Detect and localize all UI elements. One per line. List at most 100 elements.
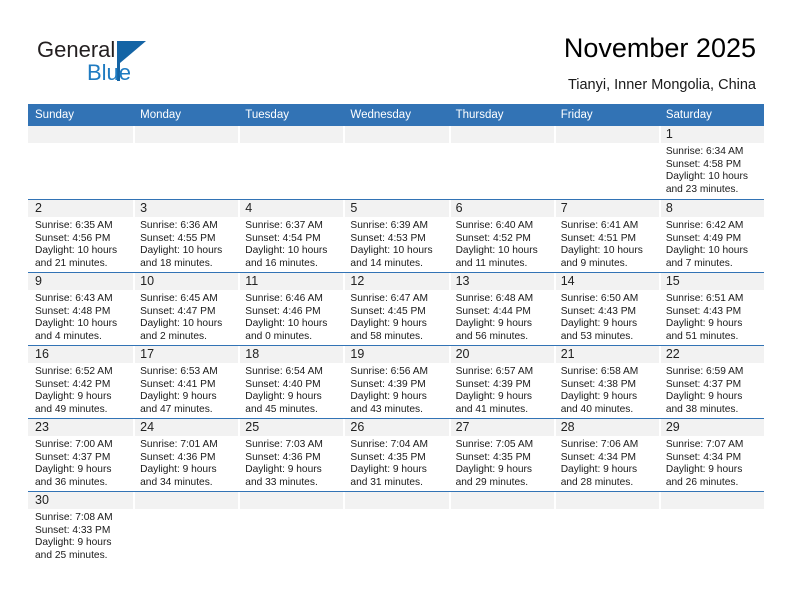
day-cell[interactable]: 4 Sunrise: 6:37 AM Sunset: 4:54 PM Dayli… <box>238 200 343 272</box>
daylight-text-line2: and 18 minutes. <box>140 257 213 269</box>
daylight-text-line2: and 58 minutes. <box>350 330 423 342</box>
day-number: 11 <box>245 274 259 288</box>
sunset-text: Sunset: 4:34 PM <box>665 451 742 463</box>
daylight-text-line1: Daylight: 9 hours <box>35 537 112 549</box>
day-info: Sunrise: 6:45 AM Sunset: 4:47 PM Dayligh… <box>140 293 235 343</box>
sunset-text: Sunset: 4:37 PM <box>35 451 111 463</box>
day-cell[interactable]: 12 Sunrise: 6:47 AM Sunset: 4:45 PM Dayl… <box>343 273 448 345</box>
day-cell[interactable] <box>28 126 133 199</box>
day-cell[interactable]: 22 Sunrise: 6:59 AM Sunset: 4:37 PM Dayl… <box>658 346 764 418</box>
day-cell[interactable]: 24 Sunrise: 7:01 AM Sunset: 4:36 PM Dayl… <box>133 419 238 491</box>
sunrise-text: Sunrise: 6:36 AM <box>140 220 218 231</box>
day-cell[interactable] <box>133 126 238 199</box>
daylight-text-line2: and 45 minutes. <box>245 403 318 415</box>
daylight-text-line2: and 51 minutes. <box>665 330 739 342</box>
day-info: Sunrise: 7:06 AM Sunset: 4:34 PM Dayligh… <box>561 439 656 489</box>
daylight-text-line1: Daylight: 10 hours <box>245 318 328 330</box>
day-cell[interactable]: 23 Sunrise: 7:00 AM Sunset: 4:37 PM Dayl… <box>28 419 133 491</box>
daylight-text-line1: Daylight: 9 hours <box>455 464 533 476</box>
day-cell[interactable]: 27 Sunrise: 7:05 AM Sunset: 4:35 PM Dayl… <box>448 419 554 491</box>
day-cell[interactable] <box>238 126 343 199</box>
sunset-text: Sunset: 4:36 PM <box>245 451 321 463</box>
day-cell[interactable] <box>658 492 764 571</box>
daylight-text-line2: and 29 minutes. <box>455 476 529 488</box>
day-cell[interactable]: 16 Sunrise: 6:52 AM Sunset: 4:42 PM Dayl… <box>28 346 133 418</box>
day-number: 24 <box>140 420 155 434</box>
sunset-text: Sunset: 4:43 PM <box>560 305 637 317</box>
day-number: 19 <box>350 347 365 361</box>
sunset-text: Sunset: 4:37 PM <box>665 378 742 390</box>
day-cell[interactable] <box>448 492 554 571</box>
day-cell[interactable] <box>553 492 659 571</box>
week-row: 30 Sunrise: 7:08 AM Sunset: 4:33 PM Dayl… <box>28 491 764 571</box>
sunset-text: Sunset: 4:39 PM <box>455 378 531 390</box>
day-cell[interactable]: 17 Sunrise: 6:53 AM Sunset: 4:41 PM Dayl… <box>133 346 238 418</box>
day-cell[interactable] <box>448 126 554 199</box>
day-info: Sunrise: 6:39 AM Sunset: 4:53 PM Dayligh… <box>350 220 445 270</box>
day-cell[interactable]: 21 Sunrise: 6:58 AM Sunset: 4:38 PM Dayl… <box>553 346 659 418</box>
day-cell[interactable]: 11 Sunrise: 6:46 AM Sunset: 4:46 PM Dayl… <box>238 273 343 345</box>
day-cell[interactable]: 28 Sunrise: 7:06 AM Sunset: 4:34 PM Dayl… <box>553 419 659 491</box>
day-cell[interactable]: 19 Sunrise: 6:56 AM Sunset: 4:39 PM Dayl… <box>343 346 448 418</box>
sunrise-text: Sunrise: 7:06 AM <box>560 439 639 450</box>
day-cell[interactable]: 1 Sunrise: 6:34 AM Sunset: 4:58 PM Dayli… <box>658 126 764 199</box>
day-cell[interactable] <box>343 126 448 199</box>
day-cell[interactable] <box>553 126 659 199</box>
day-cell[interactable]: 3 Sunrise: 6:36 AM Sunset: 4:55 PM Dayli… <box>133 200 238 272</box>
day-cell[interactable]: 14 Sunrise: 6:50 AM Sunset: 4:43 PM Dayl… <box>553 273 659 345</box>
daylight-text-line2: and 47 minutes. <box>140 403 213 415</box>
day-cell[interactable] <box>133 492 238 571</box>
daylight-text-line1: Daylight: 9 hours <box>245 391 322 403</box>
page-header: General Blue November 2025 Tianyi, Inner… <box>0 0 792 103</box>
daylight-text-line2: and 31 minutes. <box>350 476 423 488</box>
day-number: 20 <box>455 347 470 361</box>
day-info: Sunrise: 7:01 AM Sunset: 4:36 PM Dayligh… <box>140 439 235 489</box>
daylight-text-line2: and 21 minutes. <box>35 257 108 269</box>
day-cell[interactable] <box>238 492 343 571</box>
day-cell[interactable]: 30 Sunrise: 7:08 AM Sunset: 4:33 PM Dayl… <box>28 492 133 571</box>
weekday-sunday: Sunday <box>35 109 75 121</box>
daylight-text-line2: and 26 minutes. <box>665 476 739 488</box>
sunset-text: Sunset: 4:48 PM <box>35 305 111 317</box>
day-cell[interactable]: 18 Sunrise: 6:54 AM Sunset: 4:40 PM Dayl… <box>238 346 343 418</box>
day-cell[interactable] <box>343 492 448 571</box>
day-cell[interactable]: 10 Sunrise: 6:45 AM Sunset: 4:47 PM Dayl… <box>133 273 238 345</box>
daylight-text-line2: and 0 minutes. <box>245 330 313 342</box>
sunrise-text: Sunrise: 7:08 AM <box>35 512 113 523</box>
day-number: 1 <box>665 127 673 141</box>
daylight-text-line2: and 23 minutes. <box>665 183 739 195</box>
day-cell[interactable]: 15 Sunrise: 6:51 AM Sunset: 4:43 PM Dayl… <box>658 273 764 345</box>
day-cell[interactable]: 20 Sunrise: 6:57 AM Sunset: 4:39 PM Dayl… <box>448 346 554 418</box>
day-cell[interactable]: 2 Sunrise: 6:35 AM Sunset: 4:56 PM Dayli… <box>28 200 133 272</box>
day-number: 5 <box>350 201 358 215</box>
sunrise-text: Sunrise: 6:37 AM <box>245 220 323 231</box>
day-number: 21 <box>560 347 575 361</box>
sunset-text: Sunset: 4:56 PM <box>35 232 111 244</box>
day-cell[interactable]: 8 Sunrise: 6:42 AM Sunset: 4:49 PM Dayli… <box>658 200 764 272</box>
sunset-text: Sunset: 4:49 PM <box>665 232 742 244</box>
day-number: 13 <box>455 274 470 288</box>
day-cell[interactable]: 13 Sunrise: 6:48 AM Sunset: 4:44 PM Dayl… <box>448 273 554 345</box>
day-cell[interactable]: 6 Sunrise: 6:40 AM Sunset: 4:52 PM Dayli… <box>448 200 554 272</box>
weekday-friday: Friday <box>560 109 593 121</box>
day-info: Sunrise: 7:04 AM Sunset: 4:35 PM Dayligh… <box>350 439 445 489</box>
day-info: Sunrise: 6:52 AM Sunset: 4:42 PM Dayligh… <box>35 366 130 416</box>
day-cell[interactable]: 5 Sunrise: 6:39 AM Sunset: 4:53 PM Dayli… <box>343 200 448 272</box>
day-cell[interactable]: 7 Sunrise: 6:41 AM Sunset: 4:51 PM Dayli… <box>553 200 659 272</box>
daylight-text-line1: Daylight: 9 hours <box>35 391 112 403</box>
sunrise-text: Sunrise: 6:50 AM <box>560 293 639 304</box>
sunset-text: Sunset: 4:34 PM <box>560 451 637 463</box>
daylight-text-line2: and 25 minutes. <box>35 549 108 561</box>
daylight-text-line1: Daylight: 10 hours <box>665 171 748 183</box>
general-blue-logo[interactable]: General Blue <box>37 37 237 89</box>
day-cell[interactable]: 9 Sunrise: 6:43 AM Sunset: 4:48 PM Dayli… <box>28 273 133 345</box>
daylight-text-line1: Daylight: 10 hours <box>455 245 538 257</box>
sunset-text: Sunset: 4:58 PM <box>665 158 742 170</box>
sunrise-text: Sunrise: 7:00 AM <box>35 439 113 450</box>
day-cell[interactable]: 25 Sunrise: 7:03 AM Sunset: 4:36 PM Dayl… <box>238 419 343 491</box>
daylight-text-line1: Daylight: 9 hours <box>245 464 322 476</box>
day-cell[interactable]: 26 Sunrise: 7:04 AM Sunset: 4:35 PM Dayl… <box>343 419 448 491</box>
logo-text-blue: Blue <box>87 60 132 85</box>
day-cell[interactable]: 29 Sunrise: 7:07 AM Sunset: 4:34 PM Dayl… <box>658 419 764 491</box>
day-info: Sunrise: 6:53 AM Sunset: 4:41 PM Dayligh… <box>140 366 235 416</box>
